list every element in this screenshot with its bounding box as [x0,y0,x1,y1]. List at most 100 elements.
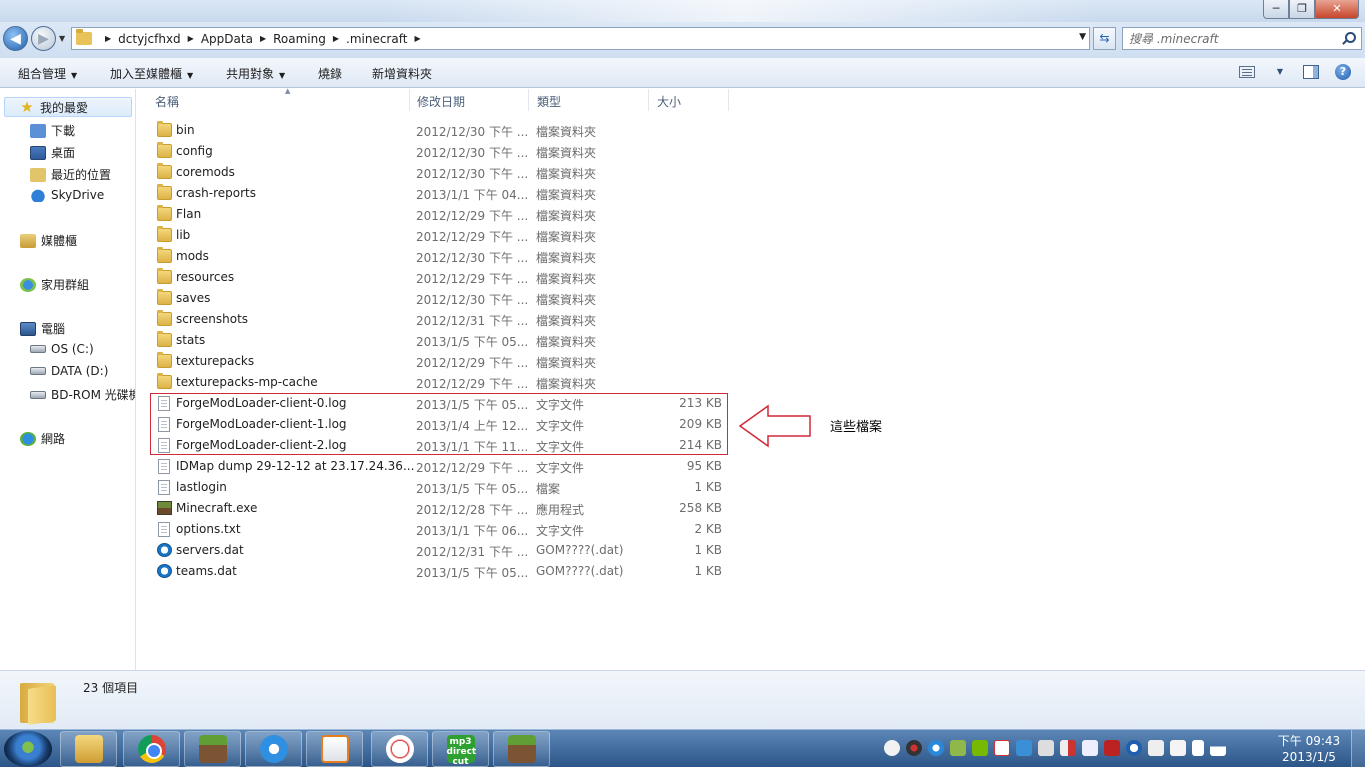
file-row[interactable]: Flan 2012/12/29 下午 ... 檔案資料夾 [145,204,725,225]
file-row[interactable]: texturepacks 2012/12/29 下午 ... 檔案資料夾 [145,351,725,372]
file-row[interactable]: crash-reports 2013/1/1 下午 04... 檔案資料夾 [145,183,725,204]
add-to-library-button[interactable]: 加入至媒體櫃 ▼ [110,65,193,82]
taskbar-media-player[interactable] [306,731,363,767]
nav-network[interactable]: 網路 [20,430,65,447]
file-row[interactable]: stats 2013/1/5 下午 05... 檔案資料夾 [145,330,725,351]
address-bar[interactable]: ▶ dctyjcfhxd ▶ AppData ▶ Roaming ▶ .mine… [71,27,1090,50]
action-center-flag-icon[interactable] [1192,740,1204,756]
taskbar-mp3-cut[interactable]: mp3 direct cut [432,731,489,767]
nav-computer[interactable]: 電腦 [20,320,65,337]
folder-icon [157,289,172,305]
taskbar-minecraft-2[interactable] [493,731,550,767]
column-header-type[interactable]: 類型 [529,89,649,111]
file-row[interactable]: bin 2012/12/30 下午 ... 檔案資料夾 [145,120,725,141]
keyboard-icon[interactable] [1038,740,1054,756]
nav-homegroup[interactable]: 家用群組 [20,276,89,293]
refresh-button[interactable]: ⇆ [1093,27,1116,50]
taskbar-ie[interactable] [245,731,302,767]
taskbar-snipping-tool[interactable] [371,731,428,767]
file-name: bin [176,123,195,137]
taskbar-explorer[interactable] [60,731,117,767]
file-row[interactable]: lastlogin 2013/1/5 下午 05... 檔案 1 KB [145,477,725,498]
folder-icon [157,268,172,284]
chevron-right-icon[interactable]: ▶ [260,34,266,43]
file-row[interactable]: options.txt 2013/1/1 下午 06... 文字文件 2 KB [145,519,725,540]
folder-icon [157,331,172,347]
nav-downloads[interactable]: 下載 [30,122,75,139]
folder-icon [157,226,172,242]
file-row[interactable]: config 2012/12/30 下午 ... 檔案資料夾 [145,141,725,162]
address-dropdown[interactable]: ▼ [1079,32,1086,42]
nav-skydrive[interactable]: SkyDrive [30,188,104,202]
taskbar-minecraft[interactable] [184,731,241,767]
share-with-button[interactable]: 共用對象 ▼ [226,65,285,82]
network-status-icon[interactable] [1016,740,1032,756]
search-input[interactable] [1123,28,1333,49]
chevron-right-icon[interactable]: ▶ [414,34,420,43]
file-row[interactable]: mods 2012/12/30 下午 ... 檔案資料夾 [145,246,725,267]
file-row[interactable]: texturepacks-mp-cache 2012/12/29 下午 ... 檔案… [145,372,725,393]
file-row[interactable]: resources 2012/12/29 下午 ... 檔案資料夾 [145,267,725,288]
file-date: 2012/12/30 下午 ... [416,293,529,307]
clock[interactable]: 下午 09:43 2013/1/5 [1273,733,1345,765]
sync-icon[interactable] [928,740,944,756]
recent-pages-dropdown[interactable]: ▼ [59,34,65,43]
maximize-button[interactable]: ❐ [1289,0,1315,19]
file-size: 1 KB [694,543,722,557]
cloud-icon[interactable] [884,740,900,756]
nav-drive-bd[interactable]: BD-ROM 光碟機 [30,386,135,403]
chevron-right-icon[interactable]: ▶ [333,34,339,43]
file-row[interactable]: screenshots 2012/12/31 下午 ... 檔案資料夾 [145,309,725,330]
show-desktop-button[interactable] [1351,730,1365,767]
file-row[interactable]: IDMap dump 29-12-12 at 23.17.24.36... 201… [145,456,725,477]
nav-recent[interactable]: 最近的位置 [30,166,111,183]
wifi-signal-icon[interactable] [1210,740,1226,756]
nav-libraries[interactable]: 媒體櫃 [20,232,77,249]
nvidia-icon[interactable] [972,740,988,756]
organize-button[interactable]: 組合管理 ▼ [18,65,77,82]
flag-icon[interactable] [994,740,1010,756]
chevron-right-icon[interactable]: ▶ [188,34,194,43]
breadcrumb-item[interactable]: Roaming [273,32,326,46]
chevron-right-icon[interactable]: ▶ [105,34,111,43]
file-row[interactable]: Minecraft.exe 2012/12/28 下午 ... 應用程式 258 KB [145,498,725,519]
burn-button[interactable]: 燒錄 [318,65,342,82]
column-header-size[interactable]: 大小 [649,89,729,111]
nav-desktop[interactable]: 桌面 [30,144,75,161]
help-button[interactable]: ? [1335,64,1353,80]
disc-icon[interactable] [906,740,922,756]
file-row[interactable]: saves 2012/12/30 下午 ... 檔案資料夾 [145,288,725,309]
column-header-date[interactable]: 修改日期 [409,89,529,111]
forward-button[interactable]: ▶ [31,26,56,51]
security-icon[interactable] [950,740,966,756]
back-button[interactable]: ◀ [3,26,28,51]
device-icon[interactable] [1148,740,1164,756]
nav-drive-c[interactable]: OS (C:) [30,342,94,356]
new-folder-button[interactable]: 新增資料夾 [372,65,432,82]
column-header-name[interactable]: ▲ 名稱 [147,87,410,111]
alert-icon[interactable] [1104,740,1120,756]
file-row[interactable]: servers.dat 2012/12/31 下午 ... GOM????(.dat… [145,540,725,561]
close-button[interactable]: ✕ [1315,0,1359,19]
preview-pane-button[interactable] [1303,64,1321,80]
nav-drive-d[interactable]: DATA (D:) [30,364,108,378]
change-view-button[interactable] [1239,64,1257,80]
speaker-icon[interactable] [1170,740,1186,756]
bluetooth-icon[interactable] [1082,740,1098,756]
file-row[interactable]: lib 2012/12/29 下午 ... 檔案資料夾 [145,225,725,246]
file-row[interactable]: teams.dat 2013/1/5 下午 05... GOM????(.dat) 1… [145,561,725,582]
breadcrumb-item[interactable]: .minecraft [346,32,407,46]
nav-favorites[interactable]: ★ 我的最愛 [4,97,132,117]
file-row[interactable]: coremods 2012/12/30 下午 ... 檔案資料夾 [145,162,725,183]
update-icon[interactable] [1126,740,1142,756]
volume-mute-icon[interactable] [1060,740,1076,756]
start-button[interactable] [4,731,52,767]
minimize-button[interactable]: ─ [1263,0,1289,19]
breadcrumb-item[interactable]: AppData [201,32,253,46]
view-options-dropdown[interactable]: ▼ [1271,64,1289,80]
search-box[interactable] [1122,27,1362,50]
search-icon[interactable] [1345,32,1356,43]
breadcrumb-item[interactable]: dctyjcfhxd [118,32,181,46]
taskbar-chrome[interactable] [123,731,180,767]
organize-label: 組合管理 [18,67,67,81]
